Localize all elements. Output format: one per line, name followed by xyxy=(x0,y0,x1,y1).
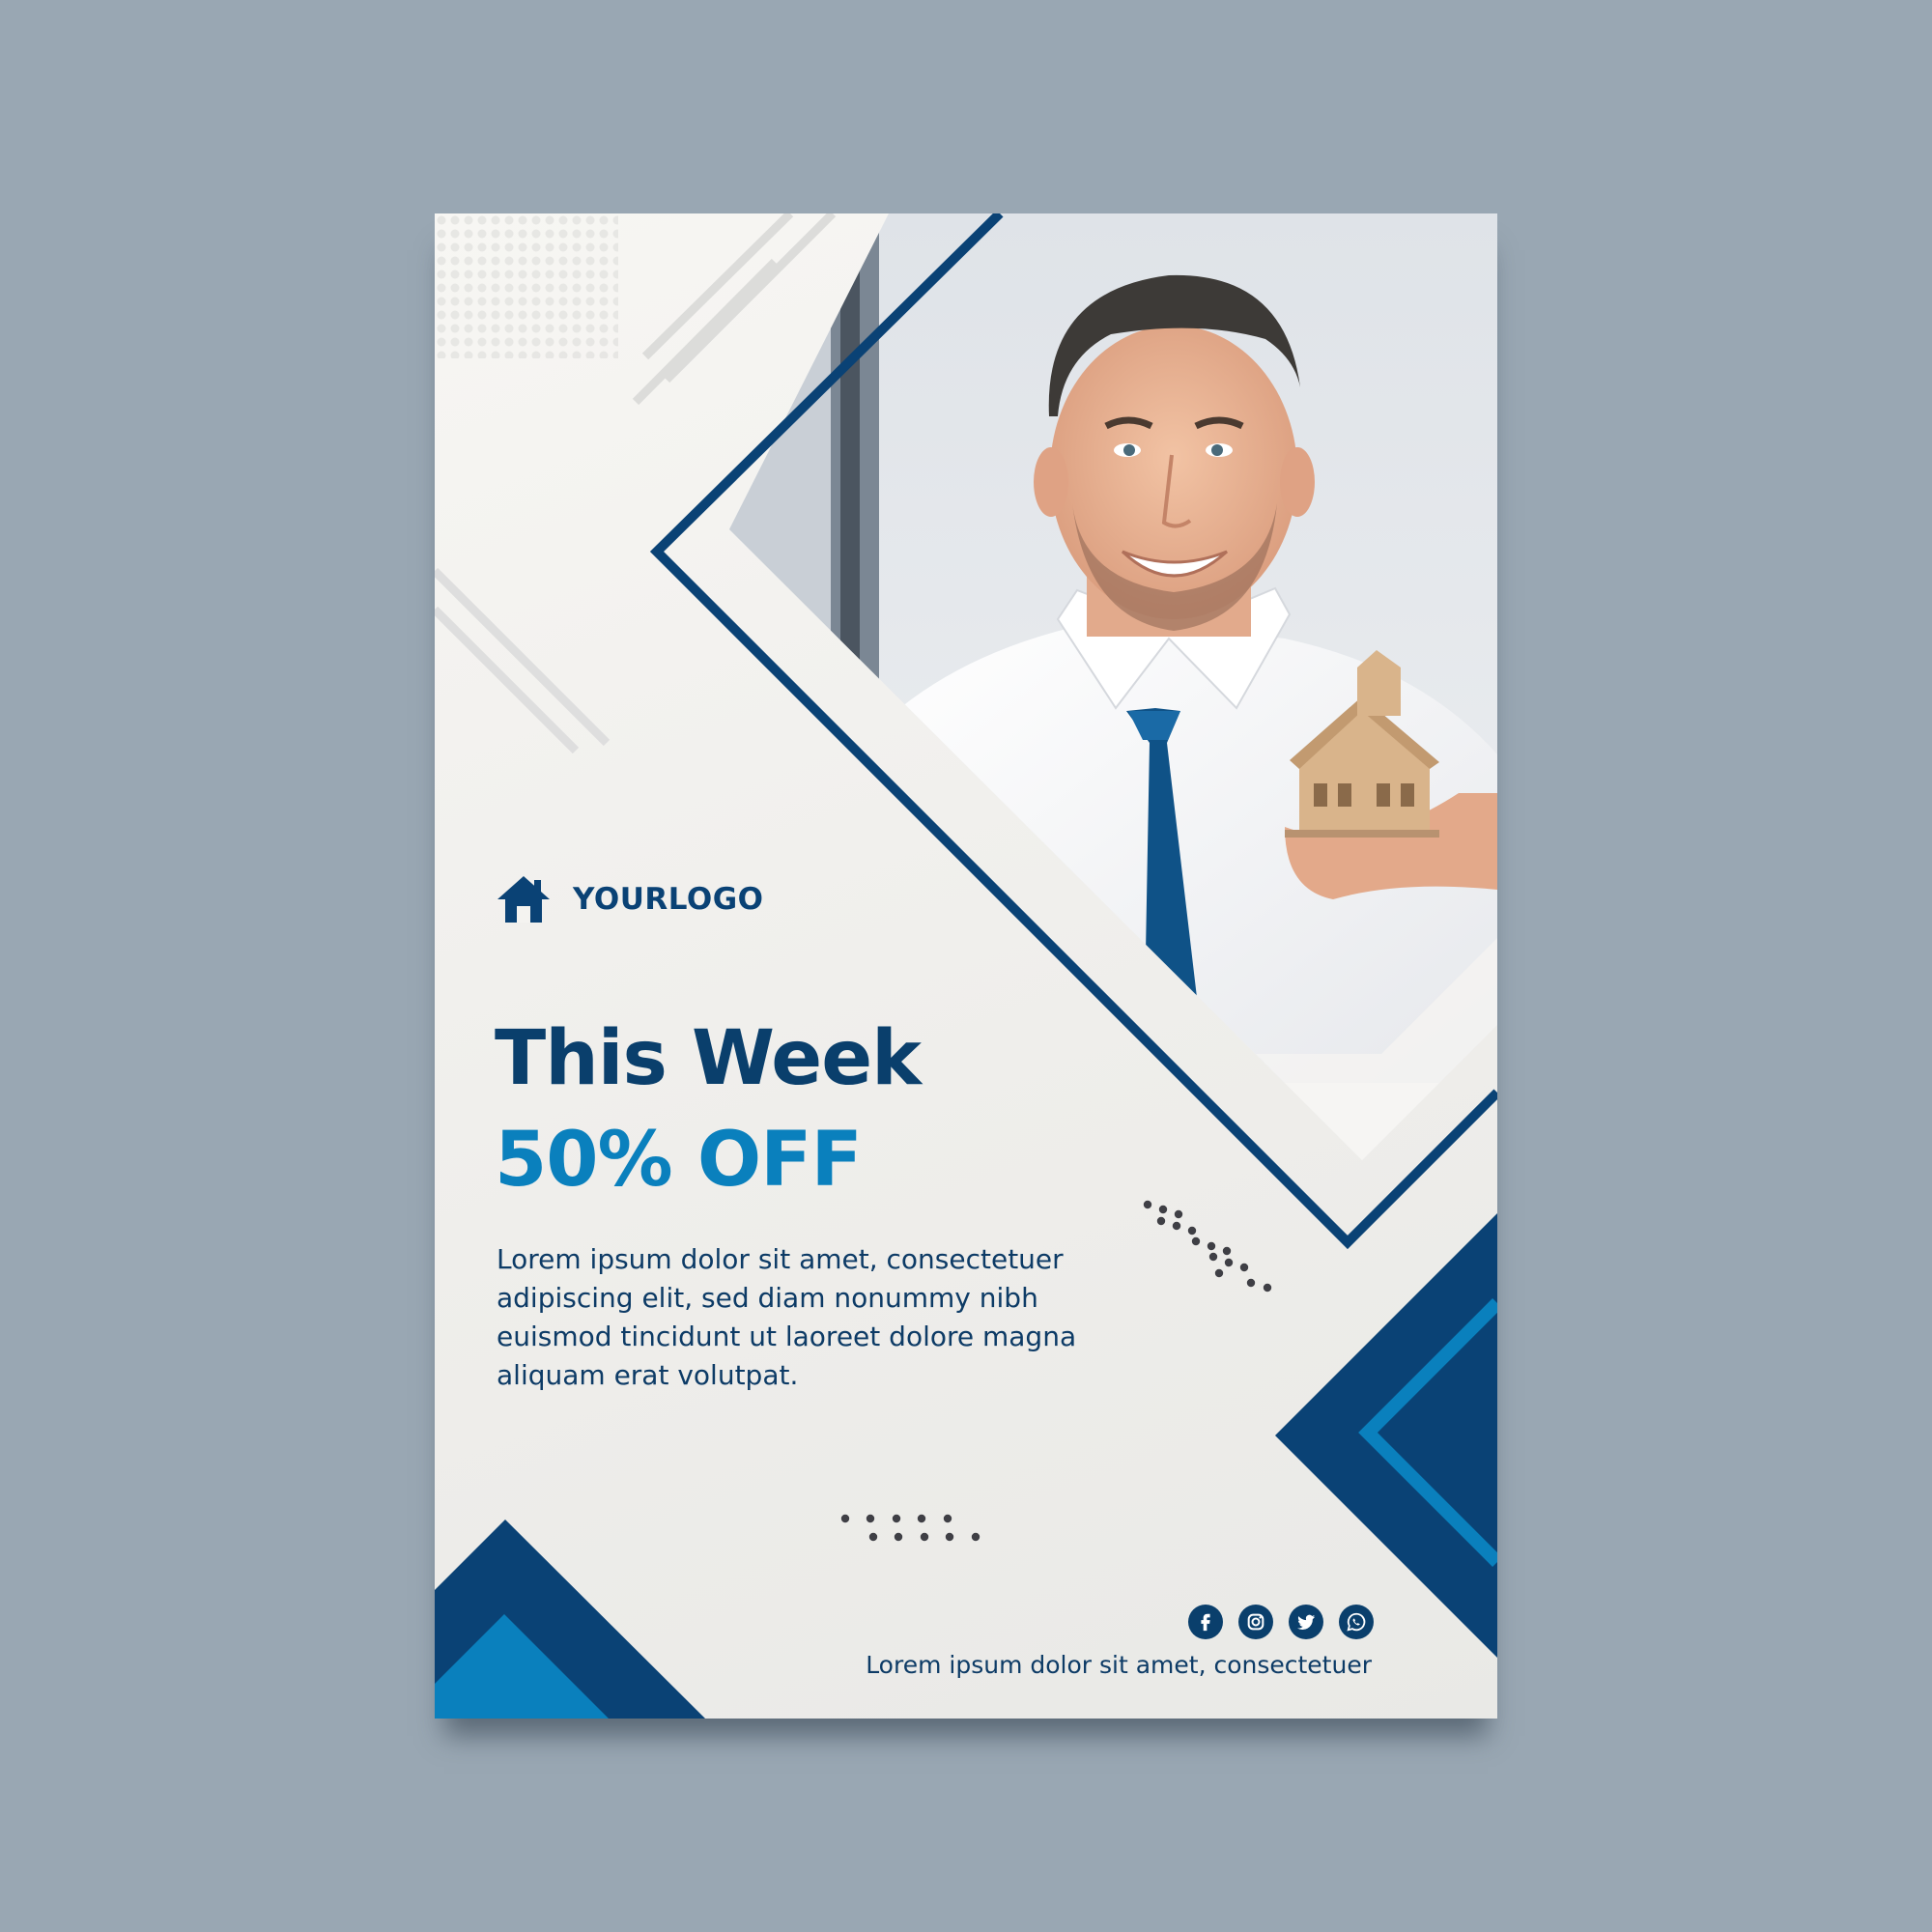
flyer-artwork xyxy=(435,213,1497,1719)
halftone-pattern xyxy=(435,213,618,358)
corner-triangle-right xyxy=(1275,1213,1497,1658)
logo-text: YOURLOGO xyxy=(573,882,764,917)
house-icon xyxy=(497,876,550,923)
twitter-icon[interactable] xyxy=(1289,1605,1323,1639)
brand-logo[interactable]: YOURLOGO xyxy=(496,870,764,928)
body-text: Lorem ipsum dolor sit amet, consectetuer… xyxy=(497,1243,1077,1391)
flyer: YOURLOGO This Week 50% OFF Lorem ipsum d… xyxy=(435,213,1497,1719)
footer-text: Lorem ipsum dolor sit amet, consectetuer xyxy=(866,1651,1372,1679)
dot-cluster-right xyxy=(1143,1200,1272,1293)
facebook-icon[interactable] xyxy=(1188,1605,1223,1639)
headline-this-week: This Week xyxy=(495,1015,922,1102)
instagram-icon[interactable] xyxy=(1238,1605,1273,1639)
headline-discount: 50% OFF xyxy=(495,1117,863,1204)
social-icons xyxy=(1188,1605,1374,1639)
dot-cluster-bottom xyxy=(840,1514,980,1542)
decorative-stripes-top xyxy=(632,213,837,406)
decorative-stripes-left xyxy=(435,567,611,754)
whatsapp-icon[interactable] xyxy=(1339,1605,1374,1639)
